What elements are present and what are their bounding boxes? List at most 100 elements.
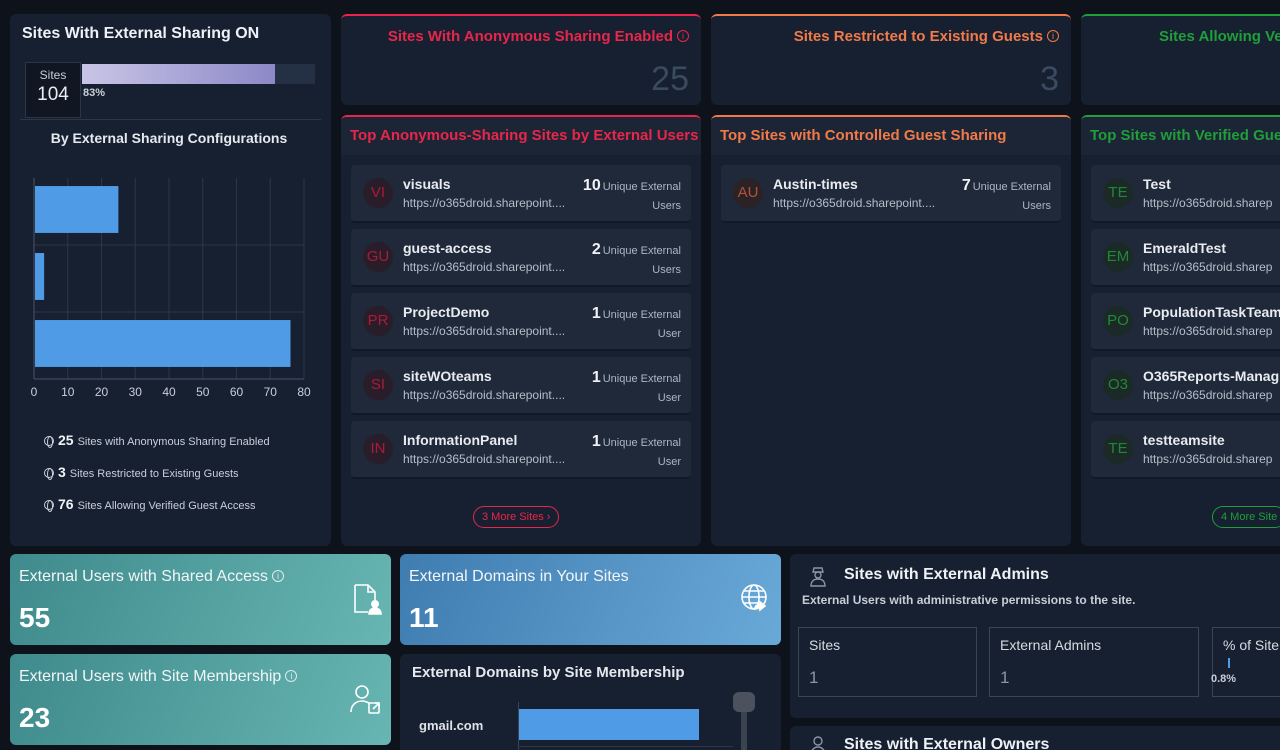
count-value: 1 [591, 305, 601, 322]
site-name: siteWOteams [403, 368, 492, 384]
verified-sites-list-panel: Top Sites with Verified Gues TE Test https… [1081, 115, 1280, 546]
card-title-text: Sites Allowing Ve [1159, 28, 1280, 45]
percent-bar [1228, 658, 1230, 668]
x-tick-label: 30 [129, 385, 143, 399]
external-admins-panel: Sites with External Admins External User… [790, 554, 1280, 718]
legend-restricted: 3 Sites Restricted to Existing Guests [44, 464, 239, 480]
legend-value: 76 [58, 496, 74, 512]
site-name: O365Reports-Manag [1143, 368, 1280, 384]
site-avatar: EM [1103, 242, 1133, 272]
panel-title: Sites With External Sharing ON [22, 25, 260, 42]
list-item[interactable]: AU Austin-times https://o365droid.sharepoi… [721, 165, 1061, 223]
unique-users-count: 10 Unique External Users [571, 176, 681, 216]
list-item[interactable]: VI visuals https://o365droid.sharepoint...… [351, 165, 691, 223]
more-sites-button[interactable]: 4 More Site [1212, 506, 1280, 528]
list-title: Top Sites with Controlled Guest Sharing [711, 117, 1071, 155]
domain-label: gmail.com [419, 718, 484, 733]
owner-user-icon [811, 736, 825, 750]
panel-title: External Domains by Site Membership [412, 664, 685, 681]
globe-icon [44, 468, 54, 480]
external-owners-panel: Sites with External Owners [790, 726, 1280, 750]
list-item[interactable]: PO PopulationTaskTeam https://o365droid.sh… [1091, 293, 1280, 351]
x-tick-label: 20 [95, 385, 109, 399]
box-value: 1 [809, 668, 819, 687]
site-avatar: IN [363, 434, 393, 464]
list-item[interactable]: PR ProjectDemo https://o365droid.sharepoin… [351, 293, 691, 351]
sharing-progress-bar [82, 64, 315, 84]
site-name: visuals [403, 176, 451, 192]
count-value: 10 [582, 177, 601, 194]
legend-value: 25 [58, 432, 74, 448]
site-url: https://o365droid.sharepoint.... [773, 196, 936, 210]
admin-user-icon [810, 567, 826, 587]
site-url: https://o365droid.sharepoint.... [403, 388, 566, 402]
list-item[interactable]: EM EmeraldTest https://o365droid.sharep [1091, 229, 1280, 287]
list-item[interactable]: TE testteamsite https://o365droid.sharep [1091, 421, 1280, 479]
legend-label: Sites with Anonymous Sharing Enabled [77, 436, 270, 448]
card-value: 23 [19, 702, 51, 733]
unique-users-count: 1 Unique External User [571, 432, 681, 472]
site-url: https://o365droid.sharepoint.... [403, 260, 566, 274]
site-url: https://o365droid.sharepoint.... [403, 452, 566, 466]
site-name: ProjectDemo [403, 304, 490, 320]
count-unit: Unique External User [602, 373, 681, 404]
legend-anonymous: 25 Sites with Anonymous Sharing Enabled [44, 432, 270, 448]
card-title-text: External Users with Shared Access [19, 568, 268, 585]
list-item[interactable]: O3 O365Reports-Manag https://o365droid.sha… [1091, 357, 1280, 415]
more-sites-label: 4 More Site [1221, 511, 1278, 523]
info-icon[interactable]: i [285, 670, 298, 682]
user-external-icon [350, 685, 380, 714]
sites-value: 104 [37, 84, 69, 105]
unique-users-count: 1 Unique External User [571, 304, 681, 344]
list-title: Top Sites with Verified Gues [1081, 117, 1280, 155]
guest-sites-list-panel: Top Sites with Controlled Guest Sharing … [711, 115, 1071, 546]
info-icon[interactable]: i [272, 570, 284, 582]
card-title: External Users with Site Membership i [19, 668, 298, 686]
count-unit: Unique External User [602, 437, 681, 468]
percent-sites-box: % of Site 0.8% [1211, 627, 1280, 697]
box-value: 1 [1000, 668, 1010, 687]
site-name: PopulationTaskTeam [1143, 304, 1280, 320]
card-title: Sites Restricted to Existing Guests i [794, 28, 1059, 45]
card-title: External Domains in Your Sites [409, 568, 629, 585]
chart-gridline [518, 746, 733, 747]
list-item[interactable]: SI siteWOteams https://o365droid.sharepoin… [351, 357, 691, 415]
panel-title: Sites with External Owners [844, 736, 1050, 750]
sites-count-box: Sites 1 [798, 627, 977, 697]
panel-subtitle: External Users with administrative permi… [802, 593, 1136, 607]
count-value: 1 [591, 369, 601, 386]
external-domains-card[interactable]: External Domains in Your Sites 11 [400, 554, 781, 645]
info-icon[interactable]: i [1047, 30, 1059, 42]
site-avatar: TE [1103, 178, 1133, 208]
sites-label: Sites [39, 68, 67, 82]
legend-value: 3 [58, 464, 66, 480]
site-avatar: TE [1103, 434, 1133, 464]
x-tick-label: 70 [264, 385, 278, 399]
list-item[interactable]: IN InformationPanel https://o365droid.shar… [351, 421, 691, 479]
list-item[interactable]: GU guest-access https://o365droid.sharepoi… [351, 229, 691, 287]
more-sites-button[interactable]: 3 More Sites › [473, 506, 560, 528]
card-value: 11 [409, 602, 439, 633]
box-value: 0.8% [1211, 673, 1237, 685]
card-title-text: External Users with Site Membership [19, 668, 282, 685]
box-label: External Admins [1000, 637, 1102, 653]
site-avatar: AU [733, 178, 763, 208]
info-icon[interactable]: i [677, 30, 689, 42]
card-title-text: Sites Restricted to Existing Guests [793, 28, 1043, 45]
external-users-site-membership-card[interactable]: External Users with Site Membership i 23 [10, 654, 391, 745]
restricted-guests-card[interactable]: Sites Restricted to Existing Guests i 3 [711, 14, 1071, 105]
shared-file-user-icon [354, 584, 382, 615]
anonymous-sharing-card[interactable]: Sites With Anonymous Sharing Enabled i 25 [341, 14, 701, 105]
verified-guests-card[interactable]: Sites Allowing Ve [1081, 14, 1280, 105]
chart-scroll-handle[interactable] [733, 692, 755, 712]
site-url: https://o365droid.sharep [1143, 388, 1273, 402]
external-users-shared-access-card[interactable]: External Users with Shared Access i 55 [10, 554, 391, 645]
card-value: 3 [1040, 60, 1059, 98]
site-url: https://o365droid.sharepoint.... [403, 196, 566, 210]
site-avatar: SI [363, 370, 393, 400]
x-tick-label: 0 [31, 385, 38, 399]
list-item[interactable]: TE Test https://o365droid.sharep [1091, 165, 1280, 223]
card-title-text: Sites With Anonymous Sharing Enabled [387, 28, 673, 45]
count-unit: Unique External Users [602, 245, 681, 276]
chart-bar [35, 253, 45, 300]
